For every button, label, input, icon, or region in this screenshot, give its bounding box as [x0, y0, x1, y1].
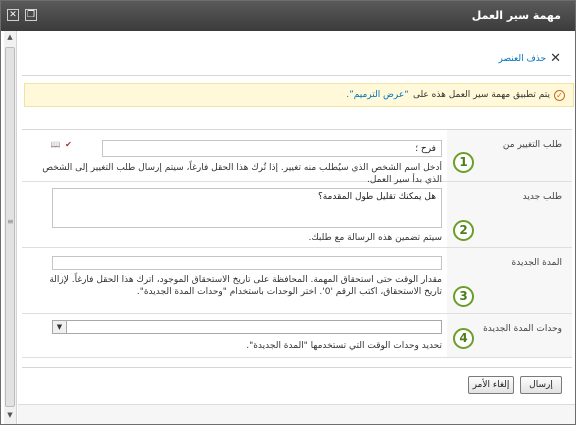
check-names-icon[interactable]: ✔ — [63, 140, 74, 150]
callout-number-4: 4 — [453, 328, 474, 349]
workflow-check-icon: ✓ — [554, 89, 565, 101]
send-button[interactable]: إرسال — [520, 376, 562, 394]
close-icon[interactable]: ✕ — [7, 9, 19, 21]
new-duration-input[interactable] — [52, 256, 442, 270]
workflow-task-dialog: ✕ ❐ مهمة سير العمل ▲ ≡ ▼ ✕ حذف العنصر ✓ … — [0, 0, 576, 425]
status-text: يتم تطبيق مهمة سير العمل هذه على — [412, 90, 550, 100]
delete-item-button[interactable]: ✕ حذف العنصر — [499, 51, 561, 66]
callout-number-2: 2 — [453, 220, 474, 241]
field-description: مقدار الوقت حتى استحقاق المهمة. المحافظة… — [49, 275, 442, 297]
status-bar: ✓ يتم تطبيق مهمة سير العمل هذه على “عرض … — [24, 83, 574, 107]
form-row-new-duration: المدة الجديدة مقدار الوقت حتى استحقاق ال… — [22, 248, 572, 314]
footer-bar — [18, 404, 575, 424]
divider — [22, 75, 571, 76]
chevron-down-icon[interactable]: ▼ — [53, 321, 67, 333]
form-row-request-from: طلب التغيير من فرح ؛ 📖 ✔ أدخل اسم الشخص … — [22, 130, 572, 185]
delete-item-label[interactable]: حذف العنصر — [499, 54, 547, 64]
people-picker-icons: 📖 ✔ — [50, 140, 74, 150]
title-bar: ✕ ❐ مهمة سير العمل — [1, 1, 575, 31]
form-row-new-request: طلب جديد هل يمكنك تقليل طول المقدمة؟ سيت… — [22, 182, 572, 248]
task-form: طلب التغيير من فرح ؛ 📖 ✔ أدخل اسم الشخص … — [22, 129, 572, 367]
field-description: تحديد وحدات الوقت التي تستخدمها "المدة ا… — [246, 341, 442, 351]
scroll-down-icon[interactable]: ▼ — [5, 411, 15, 419]
dialog-title: مهمة سير العمل — [471, 9, 561, 22]
form-row-duration-units: وحدات المدة الجديدة ▼ تحديد وحدات الوقت … — [22, 314, 572, 358]
scroll-grip-icon: ≡ — [7, 217, 14, 226]
vertical-scrollbar[interactable]: ▲ ≡ ▼ — [4, 31, 17, 424]
field-description: سيتم تضمين هذه الرسالة مع طلبك. — [308, 233, 442, 243]
request-from-input[interactable]: فرح ؛ — [102, 140, 442, 157]
callout-number-3: 3 — [453, 286, 474, 307]
dialog-content: ✕ حذف العنصر ✓ يتم تطبيق مهمة سير العمل … — [18, 31, 575, 424]
button-bar: إرسال إلغاء الأمر — [22, 367, 572, 399]
cancel-button[interactable]: إلغاء الأمر — [468, 376, 514, 394]
callout-number-1: 1 — [453, 152, 474, 173]
browse-address-book-icon[interactable]: 📖 — [50, 140, 61, 150]
new-request-textarea[interactable]: هل يمكنك تقليل طول المقدمة؟ — [52, 188, 442, 228]
scroll-up-icon[interactable]: ▲ — [5, 33, 15, 41]
close-x-icon: ✕ — [550, 51, 561, 66]
status-item-link[interactable]: “عرض الترميم”. — [346, 90, 409, 100]
scroll-thumb[interactable] — [5, 47, 15, 407]
duration-units-select[interactable]: ▼ — [52, 320, 442, 334]
maximize-icon[interactable]: ❐ — [25, 9, 37, 21]
